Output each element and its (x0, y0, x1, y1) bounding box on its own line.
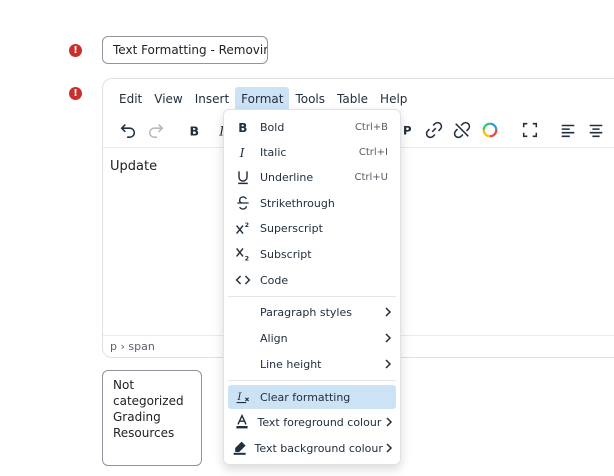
category-option[interactable]: Resources (113, 425, 191, 441)
link-icon (425, 121, 443, 139)
menu-format[interactable]: Format (235, 87, 290, 111)
redo-icon (148, 124, 164, 138)
fullscreen-button[interactable] (517, 117, 543, 143)
align-center-button[interactable] (583, 117, 609, 143)
svg-text:I: I (236, 391, 242, 403)
strikethrough-icon (237, 196, 249, 210)
format-align-item[interactable]: Align (228, 326, 396, 350)
category-select[interactable]: Not categorized Grading Resources (102, 370, 202, 466)
format-italic-item[interactable]: I Italic Ctrl+I (228, 140, 396, 164)
format-code-item[interactable]: Code (228, 268, 396, 292)
clear-formatting-icon: I (236, 391, 249, 403)
menu-separator (228, 380, 396, 381)
format-line-height-item[interactable]: Line height (228, 352, 396, 376)
subscript-icon: 2 (236, 247, 249, 262)
chevron-right-icon (385, 359, 392, 369)
chevron-right-icon (385, 333, 392, 343)
format-underline-item[interactable]: Underline Ctrl+U (228, 165, 396, 189)
text-color-icon (236, 414, 248, 429)
bold-icon: B (190, 123, 200, 138)
align-left-button[interactable] (555, 117, 581, 143)
highlighter-icon (233, 441, 246, 455)
format-menu-dropdown: B Bold Ctrl+B I Italic Ctrl+I Underline … (223, 109, 401, 465)
undo-icon (120, 124, 136, 138)
redo-button[interactable] (143, 117, 169, 143)
ai-assistant-button[interactable] (477, 117, 503, 143)
chevron-right-icon (386, 417, 392, 427)
format-superscript-item[interactable]: 2 Superscript (228, 216, 396, 240)
menu-view[interactable]: View (148, 87, 188, 111)
format-text-background-item[interactable]: Text background colour (228, 436, 396, 460)
format-paragraph-styles-item[interactable]: Paragraph styles (228, 300, 396, 324)
svg-text:2: 2 (245, 221, 249, 229)
editor-content[interactable]: Update (110, 159, 157, 174)
title-input[interactable]: Text Formatting - Removing (102, 36, 268, 64)
required-error-icon: ! (69, 87, 82, 100)
ai-assistant-icon (482, 122, 498, 138)
svg-text:I: I (239, 146, 245, 160)
paragraph-icon: P (403, 124, 412, 138)
align-left-icon (561, 124, 575, 138)
unlink-icon (453, 121, 471, 139)
format-text-foreground-item[interactable]: Text foreground colour (228, 410, 396, 434)
bold-icon: B (238, 121, 247, 135)
required-error-icon: ! (69, 44, 82, 57)
menu-tools[interactable]: Tools (289, 87, 331, 111)
format-bold-item[interactable]: B Bold Ctrl+B (228, 115, 396, 139)
code-icon (235, 275, 251, 285)
underline-icon (238, 171, 248, 185)
menu-help[interactable]: Help (374, 87, 413, 111)
link-button[interactable] (421, 117, 447, 143)
menu-insert[interactable]: Insert (189, 87, 235, 111)
menu-edit[interactable]: Edit (113, 87, 148, 111)
bold-button[interactable]: B (181, 117, 207, 143)
chevron-right-icon (385, 307, 392, 317)
svg-text:P: P (403, 124, 412, 138)
superscript-icon: 2 (236, 221, 249, 235)
format-subscript-item[interactable]: 2 Subscript (228, 242, 396, 266)
unlink-button[interactable] (449, 117, 475, 143)
svg-text:B: B (238, 121, 247, 135)
align-center-icon (589, 124, 603, 138)
fullscreen-icon (522, 122, 538, 138)
category-option[interactable]: Grading (113, 409, 191, 425)
element-path[interactable]: p › span (110, 340, 155, 353)
menu-separator (228, 296, 396, 297)
svg-text:2: 2 (245, 254, 249, 262)
chevron-right-icon (386, 443, 393, 453)
format-clear-formatting-item[interactable]: I Clear formatting (228, 385, 396, 409)
editor-menubar: Edit View Insert Format Tools Table Help (113, 87, 413, 111)
format-strikethrough-item[interactable]: Strikethrough (228, 191, 396, 215)
undo-button[interactable] (115, 117, 141, 143)
svg-text:B: B (190, 123, 200, 138)
italic-icon: I (239, 146, 245, 160)
category-option[interactable]: Not categorized (113, 377, 191, 409)
menu-table[interactable]: Table (331, 87, 374, 111)
